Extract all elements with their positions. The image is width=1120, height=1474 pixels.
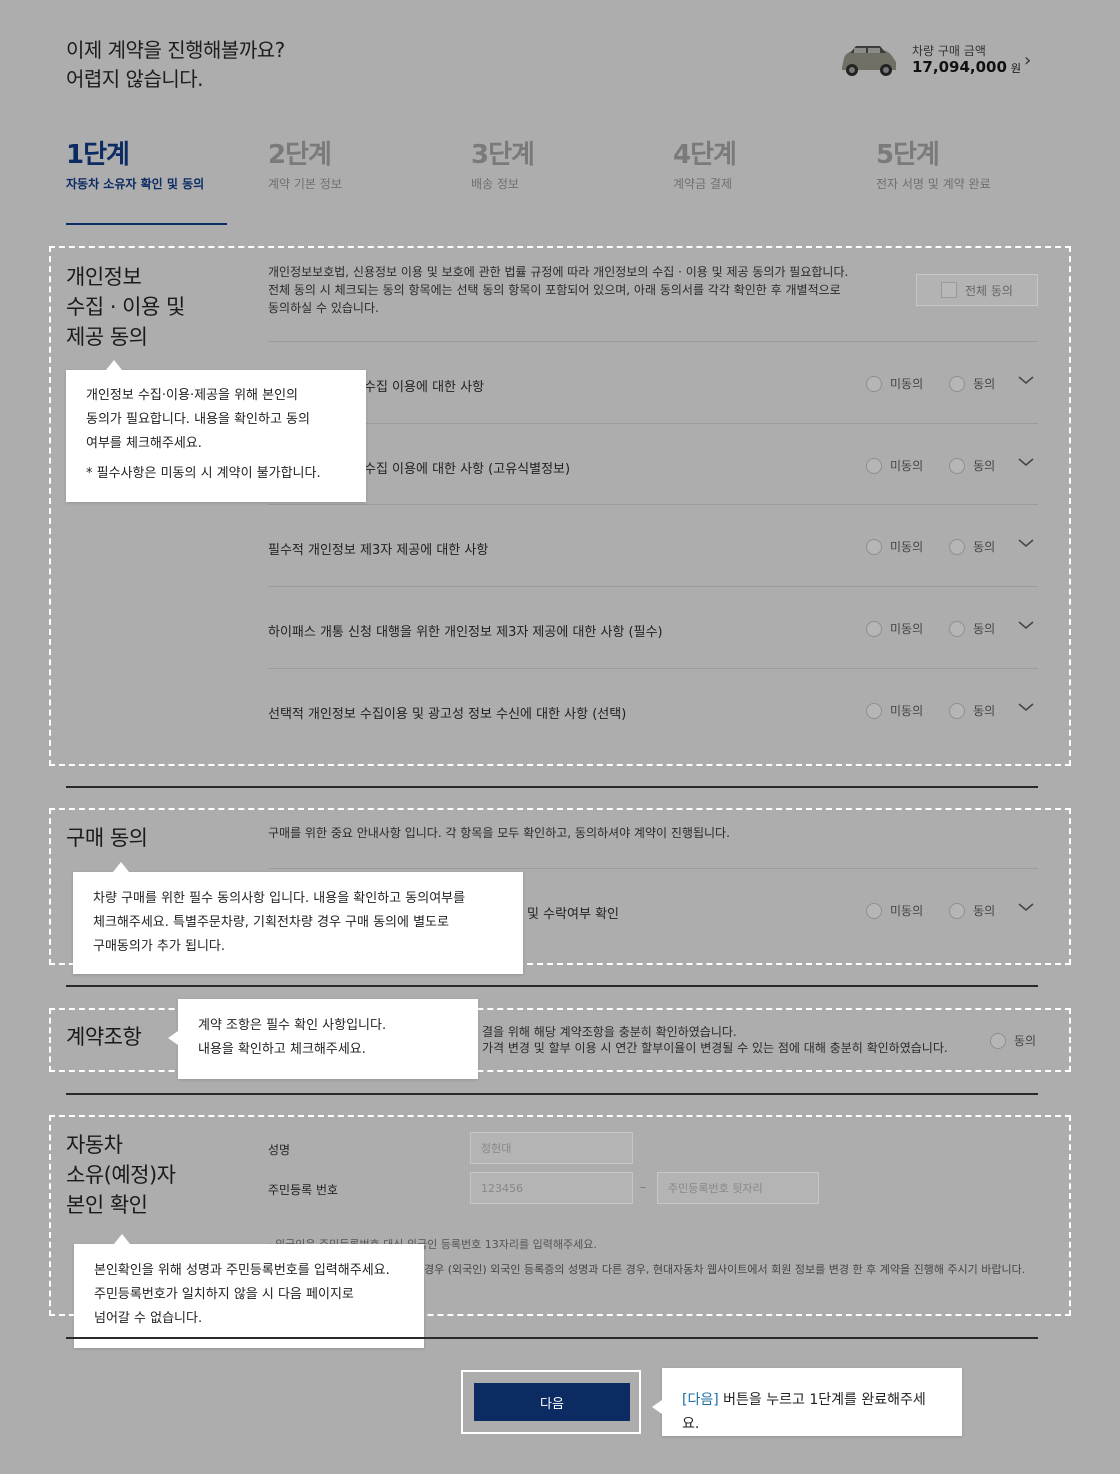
privacy-row-5-radios: 미동의 동의 — [866, 702, 995, 719]
car-thumbnail-icon — [842, 46, 896, 76]
terms-tooltip: 계약 조항은 필수 확인 사항입니다. 내용을 확인하고 체크해주세요. — [168, 999, 478, 1079]
privacy-row-2-label: 수집 이용에 대한 사항 (고유식별정보) — [364, 462, 571, 477]
car-price-summary[interactable]: 차량 구매 금액 17,094,000 원 › — [836, 40, 1041, 84]
next-button-highlight: 다음 — [461, 1370, 641, 1434]
step-5: 5단계 전자 서명 및 계약 완료 — [876, 140, 991, 191]
divider — [268, 668, 1038, 669]
identity-note-2: 경우 (외국인) 외국인 등록증의 성명과 다른 경우, 현대자동차 웹사이트에… — [424, 1263, 1026, 1276]
terms-section-title: 계약조항 — [66, 1025, 142, 1049]
privacy-row-1-radios: 미동의 동의 — [866, 375, 995, 392]
purchase-row-label: 및 수락여부 확인 — [527, 907, 619, 922]
next-tooltip: [다음] 버튼을 누르고 1단계를 완료해주세요. — [652, 1368, 962, 1436]
chevron-down-icon[interactable] — [1017, 374, 1035, 390]
divider — [268, 586, 1038, 587]
radio-agree[interactable] — [949, 902, 966, 919]
step-2: 2단계 계약 기본 정보 — [268, 140, 342, 191]
privacy-tooltip: 개인정보 수집·이용·제공을 위해 본인의 동의가 필요합니다. 내용을 확인하… — [66, 360, 366, 502]
privacy-description: 개인정보보호법, 신용정보 이용 및 보호에 관한 법률 규정에 따라 개인정보… — [268, 265, 849, 315]
divider — [268, 868, 1038, 869]
step-4: 4단계 계약금 결제 — [673, 140, 737, 191]
rrn-label: 주민등록 번호 — [268, 1183, 339, 1197]
next-button[interactable]: 다음 — [474, 1383, 630, 1421]
purchase-tooltip: 차량 구매를 위한 필수 동의사항 입니다. 내용을 확인하고 동의여부를 체크… — [73, 862, 523, 974]
privacy-row-1-label: 수집 이용에 대한 사항 — [364, 380, 485, 395]
section-divider — [66, 786, 1038, 788]
chevron-down-icon[interactable] — [1017, 701, 1035, 717]
divider — [268, 423, 1038, 424]
radio-agree[interactable] — [949, 538, 966, 555]
chevron-down-icon[interactable] — [1017, 619, 1035, 635]
radio-agree[interactable] — [949, 457, 966, 474]
radio-agree[interactable] — [949, 375, 966, 392]
agree-all-checkbox[interactable]: 전체 동의 — [916, 274, 1038, 306]
step-1: 1단계 자동차 소유자 확인 및 동의 — [66, 140, 205, 191]
privacy-row-3-label: 필수적 개인정보 제3자 제공에 대한 사항 — [268, 543, 489, 558]
chevron-down-icon[interactable] — [1017, 901, 1035, 917]
car-price-label: 차량 구매 금액 — [912, 44, 986, 58]
name-field[interactable]: 정현대 — [470, 1132, 633, 1164]
rrn-back-field[interactable]: 주민등록번호 뒷자리 — [657, 1172, 819, 1204]
privacy-section-title: 개인정보 수집 · 이용 및 제공 동의 — [66, 265, 185, 349]
purchase-section-title: 구매 동의 — [66, 826, 148, 850]
radio-disagree[interactable] — [866, 457, 882, 474]
privacy-row-2-radios: 미동의 동의 — [866, 457, 995, 474]
purchase-description: 구매를 위한 중요 안내사항 입니다. 각 항목을 모두 확인하고, 동의하셔야… — [268, 826, 730, 840]
rrn-front-field[interactable]: 123456 — [470, 1172, 633, 1204]
page-headline: 이제 계약을 진행해볼까요? 어렵지 않습니다. — [66, 38, 285, 91]
section-divider — [66, 1093, 1038, 1095]
radio-disagree[interactable] — [866, 620, 882, 637]
chevron-down-icon[interactable] — [1017, 537, 1035, 553]
rrn-dash: – — [640, 1180, 646, 1194]
terms-agree-radio: 동의 — [990, 1032, 1036, 1049]
chevron-down-icon[interactable] — [1017, 456, 1035, 472]
privacy-consent-section — [49, 246, 1071, 766]
privacy-row-4-label: 하이패스 개통 신청 대행을 위한 개인정보 제3자 제공에 대한 사항 (필수… — [268, 625, 663, 640]
step-3: 3단계 배송 정보 — [471, 140, 535, 191]
divider — [268, 341, 1038, 342]
car-price-value: 17,094,000 원 — [912, 58, 1022, 76]
name-label: 성명 — [268, 1143, 291, 1157]
radio-disagree[interactable] — [866, 702, 882, 719]
radio-agree[interactable] — [949, 702, 966, 719]
active-step-indicator — [66, 223, 227, 225]
radio-agree[interactable] — [990, 1032, 1006, 1049]
checkbox-icon — [941, 282, 957, 298]
identity-section-title: 자동차 소유(예정)자 본인 확인 — [66, 1133, 176, 1217]
identity-tooltip: 본인확인을 위해 성명과 주민등록번호를 입력해주세요. 주민등록번호가 일치하… — [74, 1234, 424, 1348]
privacy-row-4-radios: 미동의 동의 — [866, 620, 995, 637]
radio-disagree[interactable] — [866, 902, 882, 919]
divider — [268, 504, 1038, 505]
section-divider — [66, 1337, 1038, 1339]
terms-line-2: 가격 변경 및 할부 이용 시 연간 할부이율이 변경될 수 있는 점에 대해 … — [482, 1041, 948, 1055]
privacy-row-5-label: 선택적 개인정보 수집이용 및 광고성 정보 수신에 대한 사항 (선택) — [268, 707, 627, 722]
radio-disagree[interactable] — [866, 538, 882, 555]
privacy-row-3-radios: 미동의 동의 — [866, 538, 995, 555]
purchase-row-radios: 미동의 동의 — [866, 902, 995, 919]
section-divider — [66, 985, 1038, 987]
radio-disagree[interactable] — [866, 375, 882, 392]
chevron-right-icon[interactable]: › — [1024, 50, 1031, 71]
radio-agree[interactable] — [949, 620, 966, 637]
